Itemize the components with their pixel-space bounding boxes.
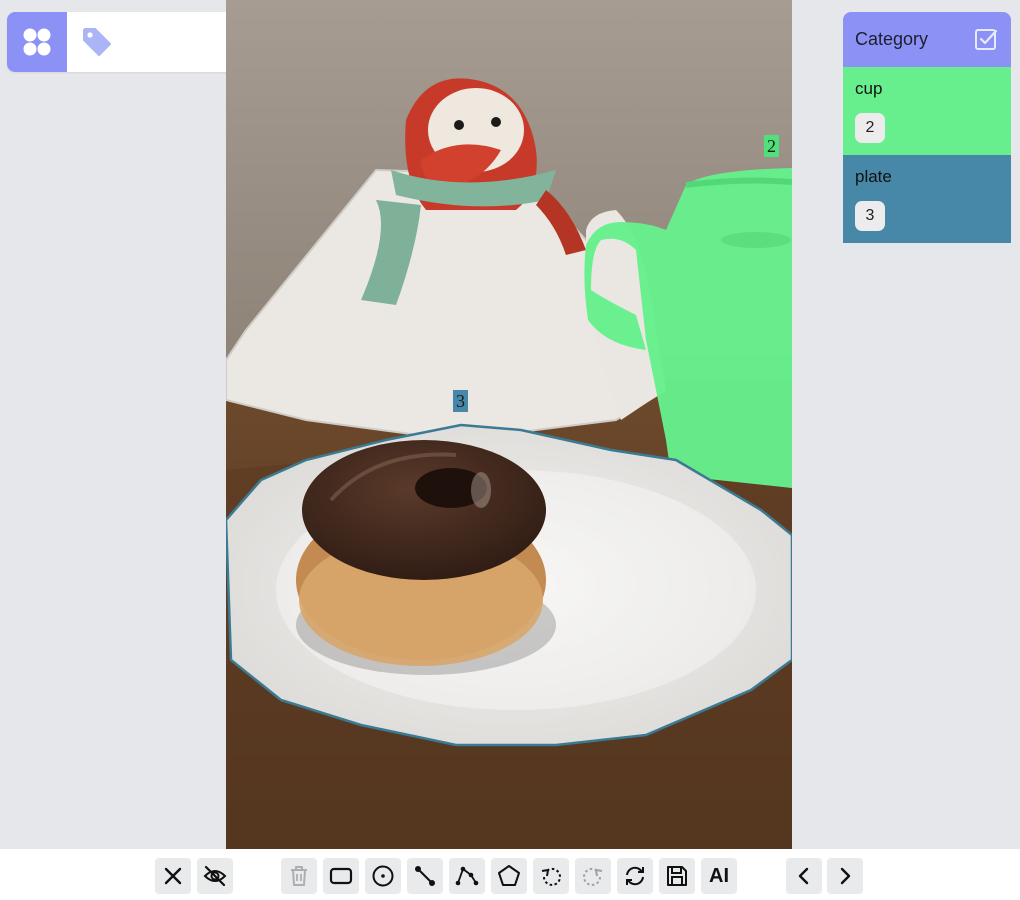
undo-button[interactable] [533,858,569,894]
category-count-badge: 2 [855,113,885,143]
select-all-button[interactable] [973,27,999,53]
image-canvas[interactable]: 2 3 [226,0,792,849]
ai-assist-button[interactable]: AI [701,858,737,894]
grid-menu-button[interactable] [7,12,67,72]
category-item-plate[interactable]: plate 3 [843,155,1011,243]
bottom-toolbar: AI [0,849,1020,900]
annotation-label-plate[interactable]: 3 [453,390,468,412]
chevron-left-icon [798,867,809,885]
ai-icon: AI [709,864,729,887]
redo-button[interactable] [575,858,611,894]
circle-icon [372,865,394,887]
save-icon [667,866,687,886]
polygon-tool-button[interactable] [491,858,527,894]
annotation-label-cup[interactable]: 2 [764,135,779,157]
checkbox-checked-icon [975,28,998,50]
rectangle-tool-button[interactable] [323,858,359,894]
line-tool-button[interactable] [407,858,443,894]
close-button[interactable] [155,858,191,894]
line-icon [415,866,435,886]
hide-annotations-button[interactable] [197,858,233,894]
category-count-badge: 3 [855,201,885,231]
polyline-icon [455,866,479,886]
category-header: Category [843,12,1011,67]
next-image-button[interactable] [827,858,863,894]
rectangle-icon [329,867,353,885]
category-title: Category [855,29,929,49]
category-item-cup[interactable]: cup 2 [843,67,1011,155]
chevron-right-icon [840,867,851,885]
polyline-tool-button[interactable] [449,858,485,894]
eye-off-icon [203,865,227,887]
annotated-photo [226,0,792,849]
reset-button[interactable] [617,858,653,894]
redo-icon [583,867,603,886]
grid-icon [23,28,51,56]
category-panel: Category cup 2 plate 3 [843,12,1011,243]
previous-image-button[interactable] [786,858,822,894]
category-name: plate [855,167,892,186]
tag-button[interactable] [81,26,113,58]
delete-button[interactable] [281,858,317,894]
polygon-icon [498,865,520,886]
trash-icon [291,866,307,886]
refresh-icon [626,866,644,886]
circle-tool-button[interactable] [365,858,401,894]
tag-icon [83,28,111,56]
close-icon [164,867,182,885]
save-button[interactable] [659,858,695,894]
undo-icon [541,867,561,886]
category-name: cup [855,79,883,98]
